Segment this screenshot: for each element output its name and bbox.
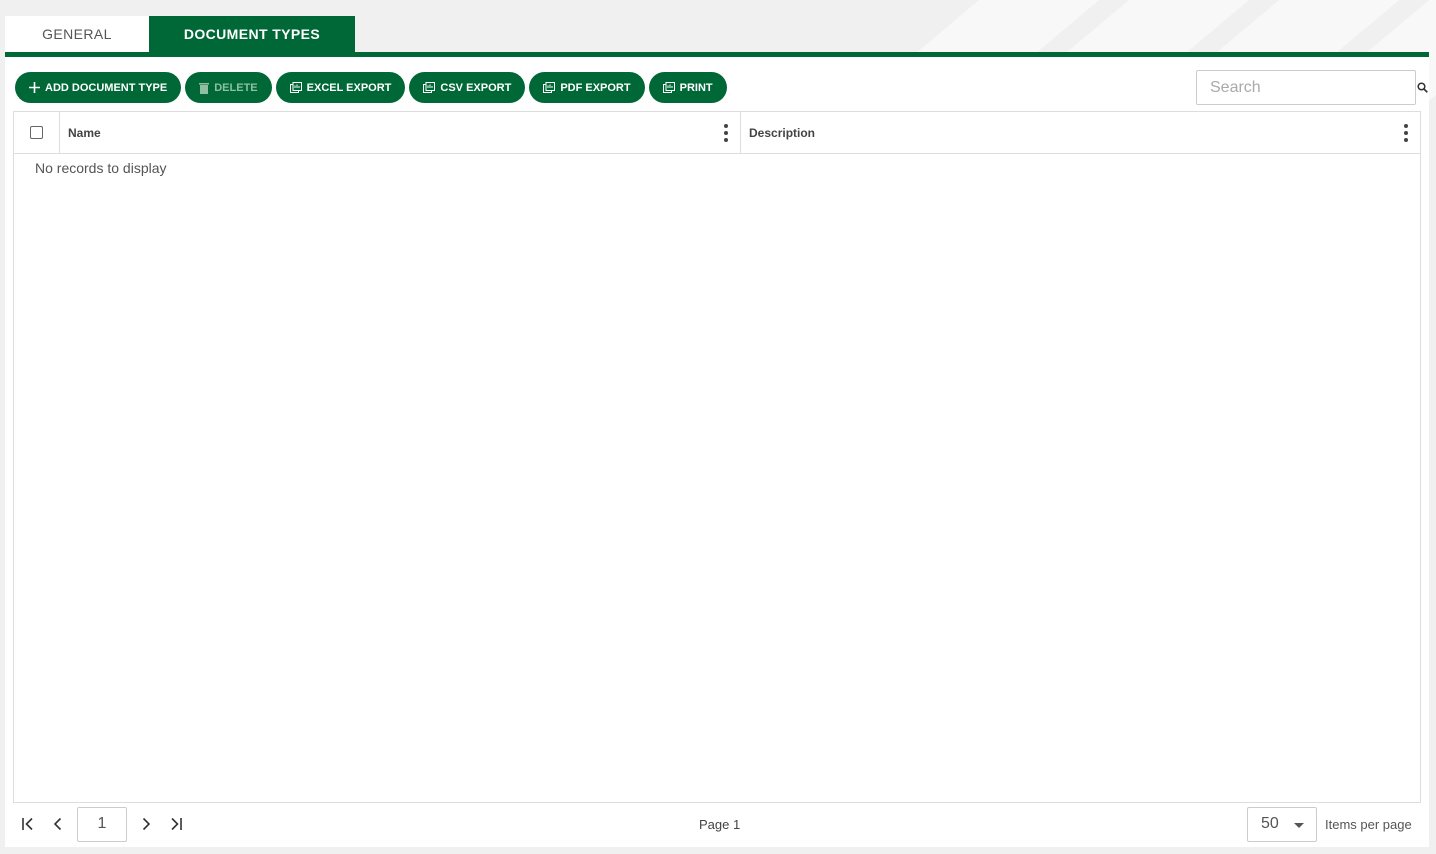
items-per-page-value: 50 xyxy=(1261,815,1279,832)
pager: 1 Page 1 50 Items per page xyxy=(13,803,1421,845)
export-icon xyxy=(423,82,436,93)
caret-down-icon xyxy=(1294,822,1304,828)
search-box xyxy=(1196,70,1428,105)
document-types-panel: ADD DOCUMENT TYPE DELETE EXCEL EXPORT CS… xyxy=(5,52,1429,847)
empty-message: No records to display xyxy=(35,160,167,176)
items-per-page-select[interactable]: 50 xyxy=(1247,806,1317,842)
chevron-right-icon xyxy=(142,817,151,831)
print-button[interactable]: PRINT xyxy=(648,72,727,103)
csv-export-button[interactable]: CSV EXPORT xyxy=(409,72,526,103)
page-info: Page 1 xyxy=(699,816,741,832)
tab-document-types[interactable]: DOCUMENT TYPES xyxy=(149,16,355,52)
column-menu-icon[interactable] xyxy=(720,123,732,142)
tab-bar: GENERAL DOCUMENT TYPES xyxy=(5,16,355,52)
column-menu-icon[interactable] xyxy=(1400,123,1412,142)
trash-icon xyxy=(199,82,210,94)
pdf-export-label: PDF EXPORT xyxy=(560,81,631,94)
select-all-checkbox[interactable] xyxy=(30,126,43,139)
export-icon xyxy=(289,82,302,93)
print-label: PRINT xyxy=(679,81,713,94)
last-page-button[interactable] xyxy=(161,809,191,839)
select-all-cell xyxy=(14,112,60,153)
previous-page-button[interactable] xyxy=(43,809,73,839)
grid-header: Name Description xyxy=(14,112,1420,154)
export-icon xyxy=(543,82,556,93)
next-page-button[interactable] xyxy=(131,809,161,839)
csv-export-label: CSV EXPORT xyxy=(440,81,512,94)
search-icon[interactable] xyxy=(1417,82,1428,93)
add-document-type-label: ADD DOCUMENT TYPE xyxy=(45,81,168,94)
chevron-left-icon xyxy=(53,817,62,831)
last-page-icon xyxy=(171,817,182,831)
delete-button[interactable]: DELETE xyxy=(185,72,272,103)
toolbar: ADD DOCUMENT TYPE DELETE EXCEL EXPORT CS… xyxy=(15,72,727,103)
column-description-label: Description xyxy=(749,125,816,140)
excel-export-button[interactable]: EXCEL EXPORT xyxy=(275,72,406,103)
pdf-export-button[interactable]: PDF EXPORT xyxy=(529,72,645,103)
document-types-grid: Name Description No records to display xyxy=(13,111,1421,803)
first-page-icon xyxy=(22,817,33,831)
column-header-name[interactable]: Name xyxy=(60,112,741,153)
delete-label: DELETE xyxy=(214,81,258,94)
add-document-type-button[interactable]: ADD DOCUMENT TYPE xyxy=(15,72,182,103)
first-page-button[interactable] xyxy=(13,809,43,839)
page-number-input[interactable]: 1 xyxy=(77,806,127,842)
excel-export-label: EXCEL EXPORT xyxy=(306,81,392,94)
column-name-label: Name xyxy=(68,125,101,140)
search-input[interactable] xyxy=(1197,71,1417,104)
column-header-description[interactable]: Description xyxy=(741,112,1420,153)
tab-general[interactable]: GENERAL xyxy=(5,16,149,52)
print-icon xyxy=(662,82,675,93)
plus-icon xyxy=(29,82,40,93)
items-per-page-label: Items per page xyxy=(1325,816,1412,832)
